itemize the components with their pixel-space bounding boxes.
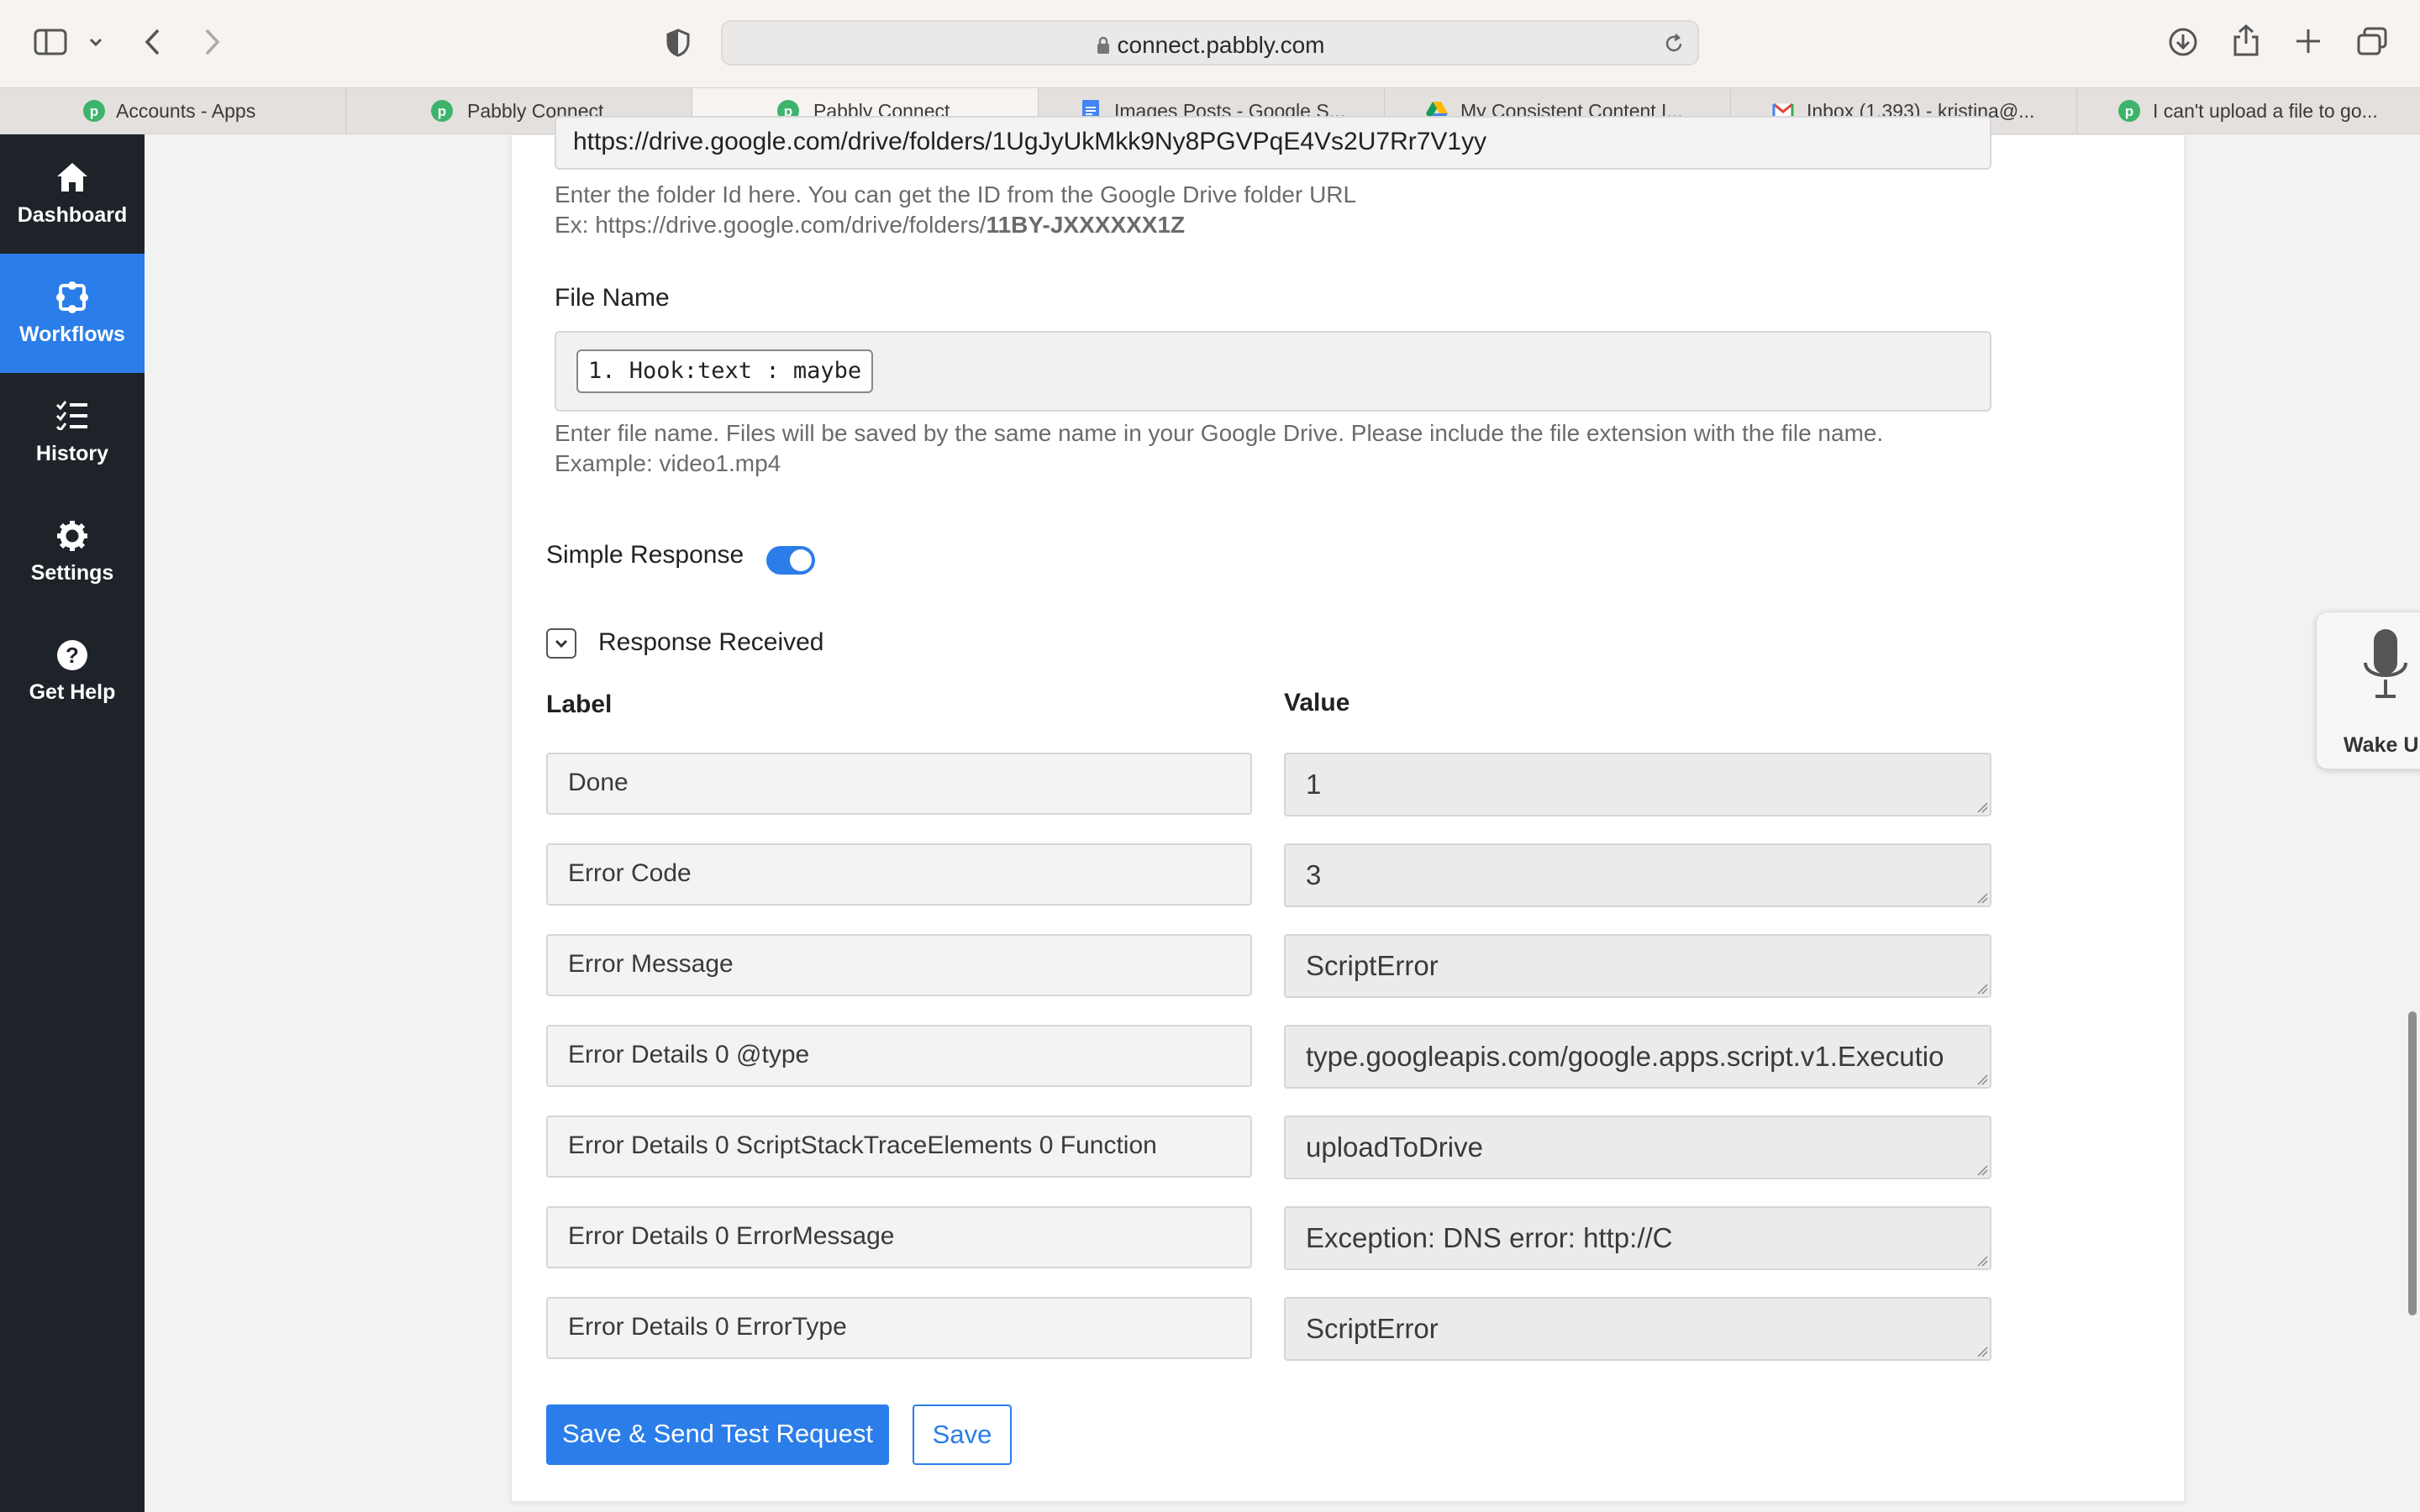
forward-icon[interactable] [200, 27, 224, 61]
reload-icon[interactable] [1662, 32, 1686, 60]
folder-hint-line1: Enter the folder Id here. You can get th… [555, 181, 1357, 207]
wake-label: Wake Up [2344, 733, 2420, 757]
gear-icon [57, 521, 87, 551]
resize-handle-icon[interactable] [1976, 1346, 1988, 1357]
new-tab-icon[interactable] [2294, 27, 2323, 60]
folder-hint-example-id: 11BY-JXXXXXX1Z [986, 212, 1186, 238]
tab-accounts-apps[interactable]: p Accounts - Apps [0, 88, 346, 134]
simple-response-label: Simple Response [546, 541, 744, 569]
response-label-field[interactable]: Error Details 0 ScriptStackTraceElements… [546, 1116, 1252, 1178]
help-circle-icon: ? [57, 640, 87, 670]
url-text: connect.pabbly.com [723, 32, 1697, 59]
response-value-field[interactable]: ScriptError [1284, 934, 1991, 998]
share-icon[interactable] [2232, 24, 2260, 61]
response-label-field[interactable]: Error Code [546, 843, 1252, 906]
back-icon[interactable] [141, 27, 165, 61]
response-value-field[interactable]: type.googleapis.com/google.apps.script.v… [1284, 1025, 1991, 1089]
sidebar-item-label: History [35, 442, 109, 465]
tab-cant-upload[interactable]: p I can't upload a file to go... [2077, 88, 2420, 134]
simple-response-toggle[interactable] [766, 546, 815, 575]
sidebar-item-workflows[interactable]: Workflows [0, 254, 145, 373]
response-value-text: Exception: DNS error: http://C [1306, 1222, 1673, 1253]
tab-title: I can't upload a file to go... [2153, 100, 2378, 122]
pabbly-icon: p [83, 100, 105, 122]
svg-text:p: p [90, 103, 98, 119]
home-icon [57, 163, 87, 192]
resize-handle-icon[interactable] [1976, 1164, 1988, 1176]
response-value-field[interactable]: 1 [1284, 753, 1991, 816]
response-value-text: ScriptError [1306, 950, 1439, 981]
file-name-hint-line2: Example: video1.mp4 [555, 450, 781, 476]
response-label-field[interactable]: Done [546, 753, 1252, 815]
file-name-hint: Enter file name. Files will be saved by … [555, 420, 1883, 477]
tab-overview-icon[interactable] [2356, 27, 2388, 61]
response-value-field[interactable]: 3 [1284, 843, 1991, 907]
chevron-down-icon[interactable] [87, 34, 104, 55]
sidebar-item-settings[interactable]: Settings [0, 492, 145, 612]
svg-text:p: p [2125, 103, 2133, 119]
sidebar-item-get-help[interactable]: ? Get Help [0, 612, 145, 731]
sidebar-item-label: Settings [30, 561, 114, 585]
voice-wake-widget[interactable]: Wake Up [2316, 612, 2420, 769]
toggle-knob [790, 549, 812, 571]
resize-handle-icon[interactable] [1976, 801, 1988, 813]
response-received-collapse-button[interactable] [546, 628, 576, 659]
response-value-field[interactable]: ScriptError [1284, 1297, 1991, 1361]
workflow-icon [56, 281, 88, 313]
resize-handle-icon[interactable] [1976, 1255, 1988, 1267]
sidebar-toggle-icon[interactable] [34, 29, 67, 60]
lock-icon [1097, 36, 1109, 54]
file-name-label: File Name [555, 284, 670, 312]
file-name-field[interactable]: 1. Hook:text : maybe [555, 331, 1991, 412]
page-scrollbar[interactable] [2408, 1011, 2417, 1315]
resize-handle-icon[interactable] [1976, 892, 1988, 904]
save-button[interactable]: Save [913, 1404, 1012, 1465]
folder-url-field[interactable]: https://drive.google.com/drive/folders/1… [555, 116, 1991, 170]
folder-hint: Enter the folder Id here. You can get th… [555, 181, 1356, 239]
sidebar-item-label: Get Help [29, 680, 116, 704]
svg-text:p: p [438, 103, 446, 119]
address-bar[interactable]: connect.pabbly.com [721, 20, 1699, 66]
response-value-field[interactable]: uploadToDrive [1284, 1116, 1991, 1179]
sidebar-item-history[interactable]: History [0, 373, 145, 492]
response-label-field[interactable]: Error Message [546, 934, 1252, 996]
resize-handle-icon[interactable] [1976, 1074, 1988, 1085]
response-value-field[interactable]: Exception: DNS error: http://C [1284, 1206, 1991, 1270]
download-icon[interactable] [2168, 27, 2198, 61]
response-value-text: type.googleapis.com/google.apps.script.v… [1306, 1041, 1944, 1072]
microphone-icon [2364, 629, 2407, 698]
sidebar-item-dashboard[interactable]: Dashboard [0, 134, 145, 254]
response-label-field[interactable]: Error Details 0 @type [546, 1025, 1252, 1087]
value-column-header: Value [1284, 689, 1350, 717]
list-check-icon [55, 401, 87, 430]
response-label-field[interactable]: Error Details 0 ErrorType [546, 1297, 1252, 1359]
resize-handle-icon[interactable] [1976, 983, 1988, 995]
file-name-variable-chip[interactable]: 1. Hook:text : maybe [576, 349, 874, 393]
svg-text:?: ? [66, 643, 79, 668]
browser-toolbar: connect.pabbly.com [0, 0, 2420, 87]
pabbly-icon: p [2118, 100, 2140, 122]
response-value-text: uploadToDrive [1306, 1131, 1483, 1163]
response-received-label: Response Received [598, 628, 824, 656]
privacy-shield-icon[interactable] [666, 29, 691, 61]
response-value-text: ScriptError [1306, 1313, 1439, 1344]
response-value-text: 1 [1306, 769, 1322, 800]
response-value-text: 3 [1306, 859, 1322, 890]
app-sidebar: Dashboard Workflows History Settings ? G… [0, 134, 145, 1512]
sidebar-item-label: Workflows [19, 323, 125, 346]
folder-hint-prefix: Ex: https://drive.google.com/drive/folde… [555, 212, 986, 238]
pabbly-icon: p [431, 100, 453, 122]
sidebar-item-label: Dashboard [17, 203, 128, 227]
folder-hint-line2: Ex: https://drive.google.com/drive/folde… [555, 212, 1356, 239]
save-and-send-test-request-button[interactable]: Save & Send Test Request [546, 1404, 889, 1465]
response-label-field[interactable]: Error Details 0 ErrorMessage [546, 1206, 1252, 1268]
file-name-hint-line1: Enter file name. Files will be saved by … [555, 420, 1884, 446]
chevron-down-icon [555, 639, 568, 648]
tab-title: Accounts - Apps [116, 100, 256, 122]
folder-url-value: https://drive.google.com/drive/folders/1… [573, 128, 1487, 155]
label-column-header: Label [546, 690, 613, 718]
